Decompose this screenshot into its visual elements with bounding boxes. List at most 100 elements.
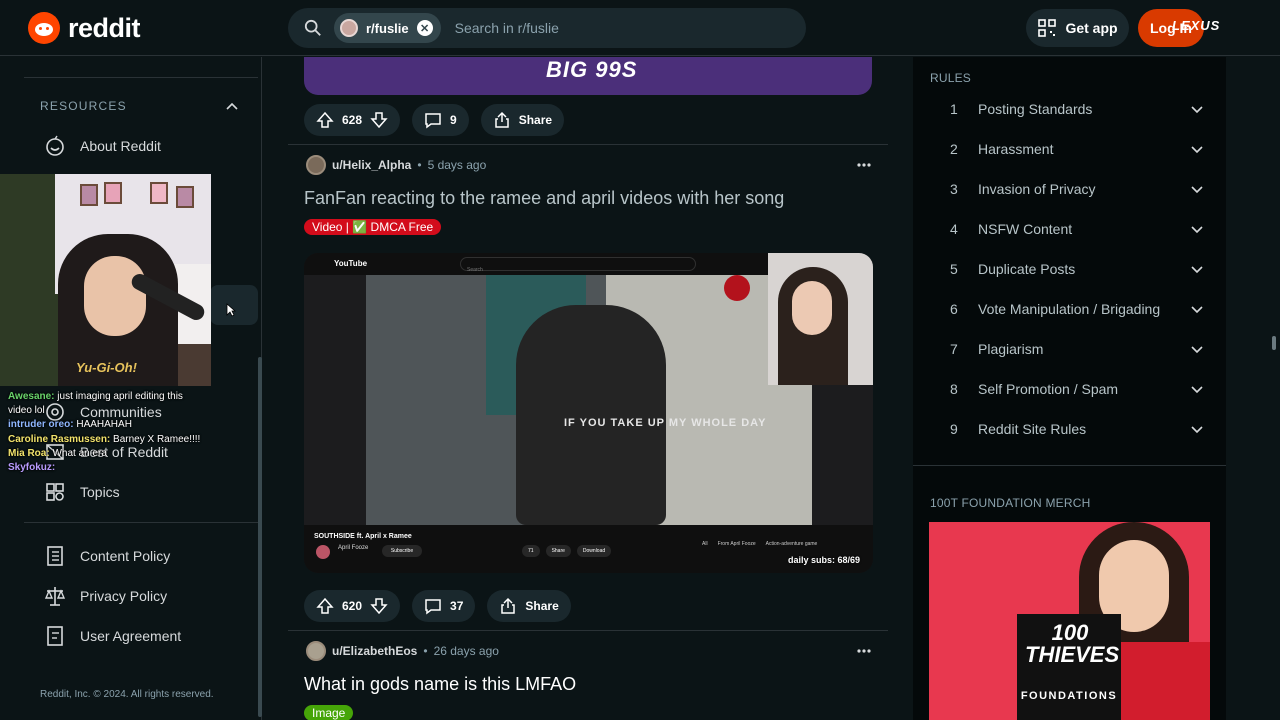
share-icon (494, 111, 509, 128)
divider (24, 77, 258, 78)
divider (288, 144, 888, 145)
more-options-icon[interactable] (856, 643, 872, 659)
chat-text: HAAHAHAH (76, 419, 132, 431)
share-button[interactable]: Share (487, 590, 571, 622)
topics-icon (44, 481, 66, 503)
smiley-icon (44, 135, 66, 157)
vote-count: 628 (342, 113, 363, 127)
merch-heading: 100T FOUNDATION MERCH (930, 496, 1091, 510)
search-bar[interactable]: r/fuslie ✕ (288, 8, 806, 48)
sidebar-item-label: Topics (80, 484, 120, 500)
rule-item[interactable]: 7 Plagiarism (930, 329, 1220, 369)
scene-figure (516, 305, 666, 525)
left-sidebar-scrollbar[interactable] (258, 357, 262, 717)
chevron-down-icon[interactable] (1190, 262, 1204, 276)
rule-item[interactable]: 3 Invasion of Privacy (930, 169, 1220, 209)
rule-item[interactable]: 1 Posting Standards (930, 89, 1220, 129)
share-button[interactable]: Share (480, 104, 565, 136)
rule-number: 6 (950, 301, 958, 317)
chevron-down-icon[interactable] (1190, 102, 1204, 116)
yt-channel-name: April Fooze (338, 545, 369, 551)
yt-tab: From April Fooze (717, 541, 756, 547)
comments-button[interactable]: 37 (412, 590, 476, 622)
reddit-logo[interactable]: reddit (28, 12, 141, 44)
page-scrollbar[interactable] (1272, 336, 1276, 350)
avatar[interactable] (306, 641, 326, 661)
sidebar-item-user-agreement[interactable]: User Agreement (44, 625, 181, 647)
chevron-down-icon[interactable] (1190, 142, 1204, 156)
chevron-up-icon[interactable] (226, 101, 238, 113)
merch-image[interactable]: 100 THIEVES FOUNDATIONS (929, 522, 1210, 720)
yt-topbar: YouTube Search (304, 253, 768, 275)
subreddit-chip[interactable]: r/fuslie ✕ (334, 13, 441, 43)
sidebar-item-topics[interactable]: Topics (44, 481, 120, 503)
rule-text: Harassment (978, 141, 1054, 157)
sidebar-item-content-policy[interactable]: Content Policy (44, 545, 170, 567)
rule-number: 7 (950, 341, 958, 357)
get-app-button[interactable]: Get app (1026, 9, 1129, 47)
ad-brand-logo: LEXUS (1172, 18, 1221, 33)
more-options-icon[interactable] (856, 157, 872, 173)
post-media[interactable]: BIG 99S (304, 57, 872, 95)
post-title[interactable]: FanFan reacting to the ramee and april v… (304, 188, 784, 209)
merch-logo: 100 THIEVES (1025, 620, 1120, 667)
chevron-down-icon[interactable] (1190, 182, 1204, 196)
rule-item[interactable]: 4 NSFW Content (930, 209, 1220, 249)
post-author[interactable]: u/ElizabethEos (332, 644, 417, 658)
upvote-icon[interactable] (316, 597, 334, 615)
yt-tabs: All From April Fooze Action-adventure ga… (702, 541, 817, 547)
rule-item[interactable]: 5 Duplicate Posts (930, 249, 1220, 289)
divider (288, 630, 888, 631)
webcam-frame (150, 182, 168, 204)
rule-item[interactable]: 9 Reddit Site Rules (930, 409, 1220, 449)
chat-message: intruder oreo: HAAHAHAH (8, 418, 208, 432)
vote-buttons: 620 (304, 590, 401, 622)
rule-text: Self Promotion / Spam (978, 381, 1119, 397)
sidebar-item-privacy-policy[interactable]: Privacy Policy (44, 585, 167, 607)
webcam-frame (176, 186, 194, 208)
vote-count: 620 (342, 599, 363, 613)
comments-button[interactable]: 9 (412, 104, 469, 136)
rule-item[interactable]: 2 Harassment (930, 129, 1220, 169)
chevron-down-icon[interactable] (1190, 422, 1204, 436)
rule-text: NSFW Content (978, 221, 1073, 237)
upvote-icon[interactable] (316, 111, 334, 129)
get-app-label: Get app (1065, 20, 1118, 36)
comment-count: 9 (450, 113, 457, 127)
resources-section-header[interactable]: RESOURCES (40, 99, 240, 113)
chat-username: Skyfokuz: (8, 462, 56, 474)
chevron-down-icon[interactable] (1190, 382, 1204, 396)
close-icon[interactable]: ✕ (416, 20, 433, 36)
post-flair[interactable]: Video | ✅ DMCA Free (304, 219, 442, 235)
chat-text: What an era (52, 447, 107, 459)
chat-text: Barney X Ramee!!!! (113, 433, 201, 445)
downvote-icon[interactable] (370, 597, 388, 615)
yt-tab: Action-adventure game (765, 541, 818, 547)
privacy-policy-icon (44, 585, 66, 607)
chevron-down-icon[interactable] (1190, 222, 1204, 236)
search-input[interactable] (454, 20, 755, 36)
yt-search: Search (460, 257, 696, 273)
video-webcam-face (792, 281, 832, 335)
rules-heading: RULES (930, 71, 972, 85)
post-author[interactable]: u/Helix_Alpha (332, 158, 411, 172)
rule-number: 9 (950, 421, 958, 437)
subreddit-chip-label: r/fuslie (366, 20, 409, 36)
post-video[interactable]: YouTube Search IF YOU TAKE UP MY WHOLE D… (304, 253, 873, 573)
yt-video-title: SOUTHSIDE ft. April x Ramee (314, 533, 412, 540)
rule-text: Duplicate Posts (978, 261, 1076, 277)
rule-item[interactable]: 6 Vote Manipulation / Brigading (930, 289, 1220, 329)
chevron-down-icon[interactable] (1190, 342, 1204, 356)
rule-item[interactable]: 8 Self Promotion / Spam (930, 369, 1220, 409)
divider (913, 465, 1226, 466)
downvote-icon[interactable] (370, 111, 388, 129)
comment-icon (425, 113, 441, 129)
chevron-down-icon[interactable] (1190, 302, 1204, 316)
sidebar-item-about-reddit[interactable]: About Reddit (44, 135, 161, 157)
post-flair[interactable]: Image (304, 705, 354, 720)
rule-number: 2 (950, 141, 958, 157)
meta-separator: • (417, 158, 422, 172)
avatar[interactable] (306, 155, 326, 175)
post-title[interactable]: What in gods name is this LMFAO (304, 674, 576, 695)
media-text: BIG 99S (546, 57, 638, 82)
